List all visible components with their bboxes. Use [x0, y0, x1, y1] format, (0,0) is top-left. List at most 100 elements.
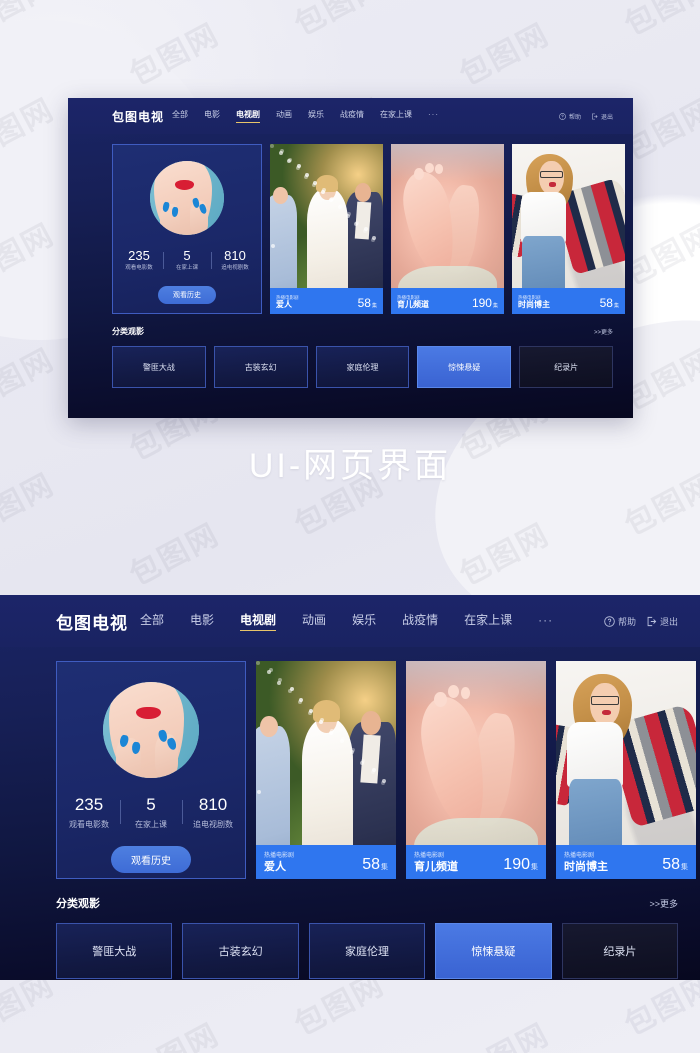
episode-number: 58: [662, 856, 680, 873]
profile-stats: 235 观看电影数 5 在家上课 810 追电视剧数: [113, 248, 261, 273]
category-button[interactable]: 惊悚悬疑: [435, 923, 552, 979]
episode-number: 190: [503, 856, 530, 873]
stat-value: 810: [198, 795, 228, 814]
profile-stat: 5 在家上课: [163, 248, 211, 273]
episode-count: 58 集: [662, 856, 688, 874]
category-button[interactable]: 家庭伦理: [315, 346, 410, 388]
nav-item-6[interactable]: 在家上课: [464, 611, 512, 631]
profile-stat: 5 在家上课: [120, 795, 182, 830]
category-button[interactable]: 警匪大战: [56, 923, 173, 979]
nav-overflow-button[interactable]: ···: [538, 613, 553, 630]
logout-action[interactable]: 退出: [646, 615, 678, 628]
caption-text: 热播电影剧 育儿频道: [397, 295, 429, 310]
nav-item-1[interactable]: 电影: [190, 611, 214, 631]
media-card[interactable]: 热播电影剧 爱人 58 集: [270, 144, 383, 314]
nav-overflow-button[interactable]: ···: [428, 110, 439, 122]
media-card[interactable]: 热播电影剧 时尚博主 58 集: [512, 144, 625, 314]
category-button[interactable]: 古装玄幻: [182, 923, 299, 979]
logout-label: 退出: [659, 616, 678, 627]
watch-history-button[interactable]: 观看历史: [158, 285, 216, 304]
stat-value: 235: [128, 248, 150, 263]
nav-item-3[interactable]: 动画: [276, 109, 292, 123]
nav-item-4[interactable]: 娱乐: [352, 611, 376, 631]
help-label: 帮助: [568, 114, 581, 121]
media-card[interactable]: 热播电影剧 爱人 58 集: [256, 661, 396, 879]
category-button[interactable]: 纪录片: [519, 346, 613, 388]
media-card[interactable]: 热播电影剧 时尚博主 58 集: [556, 661, 696, 879]
help-action[interactable]: 帮助: [559, 112, 581, 121]
episode-number: 190: [471, 296, 492, 310]
profile-stat: 235 观看电影数: [58, 795, 120, 830]
nav-item-6[interactable]: 在家上课: [380, 109, 412, 123]
nav-item-5[interactable]: 战疫情: [402, 611, 438, 631]
help-circle-icon: [559, 112, 566, 120]
media-card-caption: 热播电影剧 育儿频道 190 集: [391, 288, 504, 314]
caption-text: 热播电影剧 时尚博主: [564, 853, 608, 874]
nav-item-5[interactable]: 战疫情: [340, 109, 364, 123]
media-card-caption: 热播电影剧 爱人 58 集: [270, 288, 383, 314]
watch-history-button[interactable]: 观看历史: [111, 845, 191, 873]
media-tag: 热播电影剧: [414, 853, 445, 860]
avatar: [103, 682, 199, 778]
nav-item-3[interactable]: 动画: [302, 611, 326, 631]
cards-row: 235 观看电影数 5 在家上课 810 追电视剧数 观看历史 热播电影剧 爱人 58 集热播电…: [56, 661, 696, 879]
app-header: 包图电视 全部 电影 电视剧 动画 娱乐 战疫情 在家上课 ··· 帮助 退出: [68, 98, 633, 134]
nav-item-1[interactable]: 电影: [204, 109, 220, 123]
help-action[interactable]: 帮助: [604, 615, 636, 628]
category-button[interactable]: 纪录片: [561, 923, 679, 979]
episode-count: 58 集: [358, 296, 377, 310]
category-button[interactable]: 古装玄幻: [213, 346, 308, 388]
nav-item-2[interactable]: 电视剧: [236, 109, 261, 123]
section-more-link[interactable]: >>更多: [594, 327, 613, 336]
category-buttons: 警匪大战 古装玄幻 家庭伦理 惊悚悬疑 纪录片: [56, 923, 679, 979]
nav-item-4[interactable]: 娱乐: [308, 109, 324, 123]
media-title: 爱人: [264, 860, 286, 873]
nav-item-2[interactable]: 电视剧: [240, 611, 277, 631]
media-title: 育儿频道: [414, 860, 458, 873]
nav-item-0[interactable]: 全部: [172, 109, 188, 123]
section-header: 分类观影 >>更多: [56, 895, 678, 911]
brand-logo: 包图电视: [112, 109, 165, 124]
category-button[interactable]: 警匪大战: [112, 346, 206, 388]
panel-content: 235 观看电影数 5 在家上课 810 追电视剧数 观看历史 热播电影剧 爱人 58 集热播电…: [0, 647, 700, 979]
tv-app-main-panel: 包图电视 全部 电影 电视剧 动画 娱乐 战疫情 在家上课 ··· 帮助 退出: [0, 595, 700, 980]
caption-text: 热播电影剧 爱人: [264, 853, 294, 874]
episode-unit: 集: [613, 303, 619, 309]
brand-logo: 包图电视: [56, 613, 128, 633]
media-title: 爱人: [276, 300, 292, 310]
category-button[interactable]: 惊悚悬疑: [417, 346, 512, 388]
media-card[interactable]: 热播电影剧 育儿频道 190 集: [391, 144, 504, 314]
header-actions: 帮助 退出: [559, 112, 613, 121]
episode-number: 58: [362, 856, 380, 873]
media-title: 育儿频道: [397, 300, 429, 310]
stat-label: 追电视剧数: [193, 819, 233, 829]
episode-unit: 集: [371, 303, 377, 309]
profile-card: 235 观看电影数 5 在家上课 810 追电视剧数 观看历史: [112, 144, 262, 314]
cards-row: 235 观看电影数 5 在家上课 810 追电视剧数 观看历史 热播电影剧 爱人 58 集热播电…: [112, 144, 625, 314]
episode-count: 58 集: [600, 296, 619, 310]
media-tag: 热播电影剧: [564, 853, 595, 860]
section-more-link[interactable]: >>更多: [649, 897, 678, 910]
help-label: 帮助: [617, 616, 636, 627]
main-nav: 全部 电影 电视剧 动画 娱乐 战疫情 在家上课 ···: [128, 611, 604, 631]
media-tag: 热播电影剧: [264, 853, 295, 860]
media-card-caption: 热播电影剧 育儿频道 190 集: [406, 845, 546, 879]
stat-label: 观看电影数: [69, 819, 109, 829]
nav-item-0[interactable]: 全部: [140, 611, 164, 631]
help-circle-icon: [604, 615, 615, 627]
media-card-caption: 热播电影剧 时尚博主 58 集: [512, 288, 625, 314]
logout-icon: [592, 113, 598, 119]
profile-stat: 235 观看电影数: [115, 248, 163, 273]
panel-content: 235 观看电影数 5 在家上课 810 追电视剧数 观看历史 热播电影剧 爱人 58 集热播电…: [68, 134, 633, 388]
episode-count: 190 集: [503, 856, 538, 874]
media-card-caption: 热播电影剧 爱人 58 集: [256, 845, 396, 879]
stat-label: 观看电影数: [125, 265, 153, 272]
episode-unit: 集: [492, 303, 498, 309]
category-button[interactable]: 家庭伦理: [308, 923, 426, 979]
stat-value: 235: [74, 795, 104, 814]
section-title: 分类观影: [112, 327, 144, 336]
episode-unit: 集: [681, 864, 688, 871]
logout-action[interactable]: 退出: [591, 112, 613, 121]
media-card[interactable]: 热播电影剧 育儿频道 190 集: [406, 661, 546, 879]
stat-value: 5: [146, 795, 156, 814]
